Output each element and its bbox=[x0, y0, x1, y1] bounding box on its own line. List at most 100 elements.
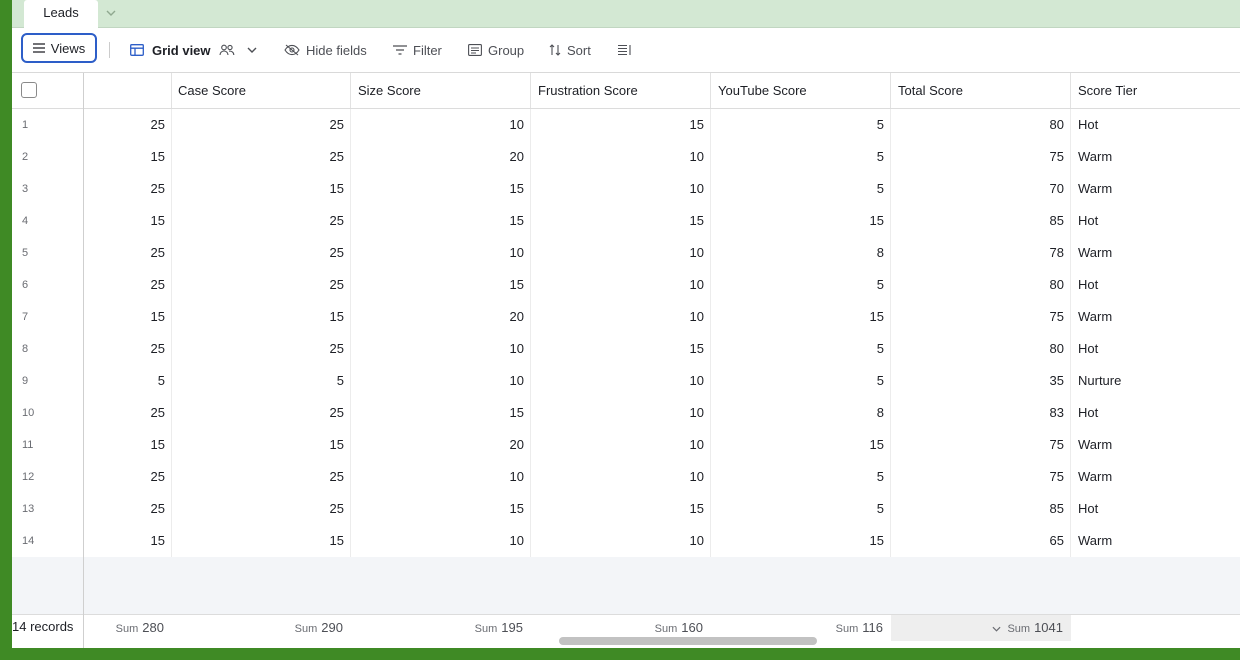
score-cell[interactable]: 5 bbox=[711, 333, 891, 365]
score-cell[interactable]: 20 bbox=[351, 141, 531, 173]
column-header[interactable] bbox=[84, 73, 172, 108]
score-cell[interactable]: 15 bbox=[351, 493, 531, 525]
score-cell[interactable]: 25 bbox=[171, 493, 351, 525]
score-cell[interactable]: 20 bbox=[351, 429, 531, 461]
grid-view-switcher[interactable]: Grid view bbox=[130, 28, 257, 72]
score-cell[interactable]: 85 bbox=[891, 493, 1071, 525]
select-all-checkbox[interactable] bbox=[21, 82, 37, 98]
score-tier-cell[interactable]: Nurture bbox=[1071, 365, 1240, 397]
score-cell[interactable]: 5 bbox=[711, 173, 891, 205]
score-cell[interactable]: 15 bbox=[351, 397, 531, 429]
table-row[interactable]: 6 25 25 15 10 5 80 Hot bbox=[12, 269, 1240, 302]
score-cell[interactable]: 10 bbox=[531, 141, 711, 173]
score-cell[interactable]: 15 bbox=[171, 429, 351, 461]
score-cell[interactable]: 8 bbox=[711, 397, 891, 429]
score-cell[interactable]: 10 bbox=[531, 365, 711, 397]
score-cell[interactable]: 35 bbox=[891, 365, 1071, 397]
score-cell[interactable]: 20 bbox=[351, 301, 531, 333]
table-row[interactable]: 4 15 25 15 15 15 85 Hot bbox=[12, 205, 1240, 238]
score-cell[interactable]: 5 bbox=[711, 109, 891, 141]
score-cell[interactable]: 5 bbox=[171, 365, 351, 397]
score-cell[interactable]: 5 bbox=[711, 365, 891, 397]
score-cell[interactable]: 15 bbox=[84, 429, 172, 461]
score-cell[interactable]: 15 bbox=[711, 525, 891, 557]
score-cell[interactable]: 5 bbox=[711, 461, 891, 493]
chevron-down-icon[interactable] bbox=[247, 47, 257, 53]
column-header[interactable]: YouTube Score bbox=[711, 73, 891, 108]
score-cell[interactable]: 25 bbox=[84, 397, 172, 429]
column-header[interactable]: Total Score bbox=[891, 73, 1071, 108]
score-cell[interactable]: 25 bbox=[84, 461, 172, 493]
score-cell[interactable]: 75 bbox=[891, 301, 1071, 333]
score-cell[interactable]: 15 bbox=[84, 141, 172, 173]
score-cell[interactable]: 65 bbox=[891, 525, 1071, 557]
score-cell[interactable]: 25 bbox=[84, 173, 172, 205]
score-cell[interactable]: 15 bbox=[711, 429, 891, 461]
score-cell[interactable]: 15 bbox=[711, 301, 891, 333]
score-cell[interactable]: 15 bbox=[531, 205, 711, 237]
group-button[interactable]: Group bbox=[468, 28, 524, 72]
score-cell[interactable]: 5 bbox=[711, 141, 891, 173]
score-cell[interactable]: 10 bbox=[531, 525, 711, 557]
table-row[interactable]: 3 25 15 15 10 5 70 Warm bbox=[12, 173, 1240, 206]
column-summary[interactable]: Sum 195 bbox=[351, 615, 531, 641]
score-cell[interactable]: 10 bbox=[351, 365, 531, 397]
score-cell[interactable]: 25 bbox=[84, 237, 172, 269]
table-row[interactable]: 2 15 25 20 10 5 75 Warm bbox=[12, 141, 1240, 174]
table-row[interactable]: 10 25 25 15 10 8 83 Hot bbox=[12, 397, 1240, 430]
score-cell[interactable]: 15 bbox=[351, 173, 531, 205]
score-cell[interactable]: 83 bbox=[891, 397, 1071, 429]
score-cell[interactable]: 15 bbox=[351, 205, 531, 237]
score-cell[interactable]: 80 bbox=[891, 109, 1071, 141]
score-cell[interactable]: 5 bbox=[711, 493, 891, 525]
score-cell[interactable]: 15 bbox=[531, 333, 711, 365]
score-cell[interactable]: 10 bbox=[531, 461, 711, 493]
score-cell[interactable]: 75 bbox=[891, 461, 1071, 493]
hide-fields-button[interactable]: Hide fields bbox=[284, 28, 367, 72]
filter-button[interactable]: Filter bbox=[393, 28, 442, 72]
table-row[interactable]: 14 15 15 10 10 15 65 Warm bbox=[12, 525, 1240, 558]
score-cell[interactable]: 10 bbox=[531, 301, 711, 333]
score-cell[interactable]: 5 bbox=[84, 365, 172, 397]
score-cell[interactable]: 10 bbox=[531, 173, 711, 205]
table-row[interactable]: 8 25 25 10 15 5 80 Hot bbox=[12, 333, 1240, 366]
score-cell[interactable]: 10 bbox=[531, 269, 711, 301]
column-summary[interactable]: Sum 1041 bbox=[891, 615, 1071, 641]
score-tier-cell[interactable]: Hot bbox=[1071, 493, 1240, 525]
score-cell[interactable]: 10 bbox=[351, 333, 531, 365]
score-cell[interactable]: 5 bbox=[711, 269, 891, 301]
score-cell[interactable]: 70 bbox=[891, 173, 1071, 205]
column-summary[interactable]: Sum 280 bbox=[84, 615, 172, 641]
score-cell[interactable]: 78 bbox=[891, 237, 1071, 269]
table-row[interactable]: 7 15 15 20 10 15 75 Warm bbox=[12, 301, 1240, 334]
score-cell[interactable]: 25 bbox=[171, 205, 351, 237]
score-cell[interactable]: 15 bbox=[171, 301, 351, 333]
score-cell[interactable]: 25 bbox=[84, 109, 172, 141]
score-cell[interactable]: 10 bbox=[351, 109, 531, 141]
score-cell[interactable]: 10 bbox=[531, 237, 711, 269]
score-cell[interactable]: 15 bbox=[84, 205, 172, 237]
column-header[interactable]: Size Score bbox=[351, 73, 531, 108]
score-tier-cell[interactable]: Warm bbox=[1071, 525, 1240, 557]
score-cell[interactable]: 25 bbox=[171, 397, 351, 429]
score-cell[interactable]: 25 bbox=[171, 333, 351, 365]
score-cell[interactable]: 75 bbox=[891, 141, 1071, 173]
score-cell[interactable]: 25 bbox=[84, 269, 172, 301]
score-cell[interactable]: 25 bbox=[171, 141, 351, 173]
score-cell[interactable]: 10 bbox=[351, 461, 531, 493]
score-cell[interactable]: 80 bbox=[891, 269, 1071, 301]
score-cell[interactable]: 15 bbox=[171, 173, 351, 205]
score-cell[interactable]: 25 bbox=[84, 493, 172, 525]
score-tier-cell[interactable]: Hot bbox=[1071, 109, 1240, 141]
score-cell[interactable]: 10 bbox=[531, 397, 711, 429]
score-tier-cell[interactable]: Hot bbox=[1071, 269, 1240, 301]
table-row[interactable]: 13 25 25 15 15 5 85 Hot bbox=[12, 493, 1240, 526]
column-header[interactable]: Score Tier bbox=[1071, 73, 1240, 108]
score-tier-cell[interactable]: Warm bbox=[1071, 173, 1240, 205]
score-cell[interactable]: 25 bbox=[171, 109, 351, 141]
score-cell[interactable]: 75 bbox=[891, 429, 1071, 461]
score-tier-cell[interactable]: Warm bbox=[1071, 461, 1240, 493]
score-cell[interactable]: 10 bbox=[351, 525, 531, 557]
column-header[interactable]: Case Score bbox=[171, 73, 351, 108]
score-cell[interactable]: 15 bbox=[351, 269, 531, 301]
